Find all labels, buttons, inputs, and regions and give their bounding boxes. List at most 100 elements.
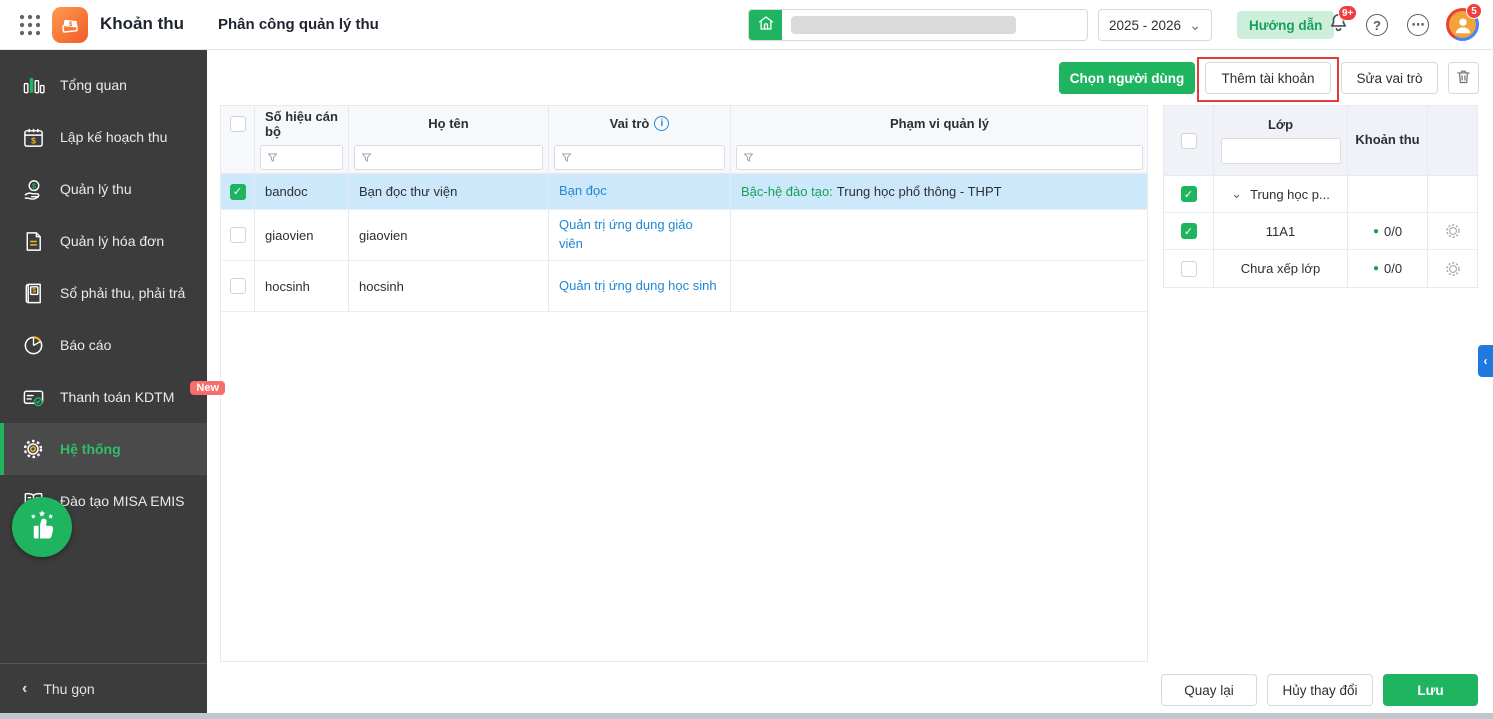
app-window: $ Khoản thu Phân công quản lý thu 2025 -… <box>0 0 1493 719</box>
user-avatar[interactable]: 5 <box>1446 3 1482 41</box>
role-link[interactable]: Bạn đọc <box>559 182 607 201</box>
role-link[interactable]: Quản trị ứng dụng giáo viên <box>559 216 720 254</box>
cancel-changes-button[interactable]: Hủy thay đổi <box>1267 674 1373 706</box>
cell-scope: Bậc-hệ đào tạo: Trung học phổ thông - TH… <box>731 174 1148 209</box>
table-row[interactable]: hocsinh hocsinh Quản trị ứng dụng học si… <box>221 261 1147 312</box>
svg-text:$: $ <box>31 181 36 190</box>
avatar-badge: 5 <box>1466 3 1482 19</box>
chevron-down-icon: ⌄ <box>1189 17 1201 33</box>
column-header-class: Lớp <box>1267 117 1294 132</box>
gear-icon <box>20 436 46 462</box>
assignment-table-header: Số hiệu cán bộ Họ tên Vai trò i Phạm vi … <box>221 106 1147 141</box>
role-link[interactable]: Quản trị ứng dụng học sinh <box>559 277 717 296</box>
class-settings-button[interactable] <box>1428 213 1477 249</box>
class-row[interactable]: ✓ 11A1 ● 0/0 <box>1164 213 1477 250</box>
pie-chart-icon <box>20 332 46 358</box>
scope-label: Bậc-hệ đào tạo: <box>741 184 833 199</box>
filter-input-role[interactable] <box>554 144 725 170</box>
column-header-fees: Khoản thu <box>1348 106 1428 175</box>
sidebar-item-quan-ly-thu[interactable]: $ Quản lý thu <box>0 163 207 215</box>
table-row[interactable]: ✓ bandoc Bạn đọc thư viện Bạn đọc Bậc-hệ… <box>221 174 1147 210</box>
school-year-value: 2025 - 2026 <box>1109 17 1182 33</box>
status-dot-icon: ● <box>1372 225 1379 237</box>
choose-user-button[interactable]: Chọn người dùng <box>1059 62 1195 94</box>
save-button[interactable]: Lưu <box>1383 674 1478 706</box>
money-stack-app-logo-icon: $ <box>52 7 88 43</box>
home-button[interactable] <box>749 10 782 40</box>
feedback-thumbs-up-button[interactable] <box>12 497 72 557</box>
row-checkbox[interactable] <box>229 227 246 243</box>
delete-button[interactable] <box>1448 62 1479 94</box>
chevron-left-icon: ‹ <box>22 679 28 697</box>
table-row[interactable]: giaovien giaovien Quản trị ứng dụng giáo… <box>221 210 1147 261</box>
top-bar: $ Khoản thu Phân công quản lý thu 2025 -… <box>0 0 1493 50</box>
sidebar-item-lap-ke-hoach-thu[interactable]: $ Lập kế hoạch thu <box>0 111 207 163</box>
gear-icon <box>1445 261 1460 276</box>
collapse-label: Thu gọn <box>43 680 95 697</box>
class-row-checkbox[interactable]: ✓ <box>1180 223 1197 239</box>
sidebar-item-so-phai-thu-phai-tra[interactable]: $ Sổ phải thu, phải trả <box>0 267 207 319</box>
help-icon: ? <box>1366 14 1388 36</box>
hand-money-icon: $ <box>20 176 46 202</box>
filter-input-scope[interactable] <box>736 144 1143 170</box>
add-account-button[interactable]: Thêm tài khoản <box>1205 62 1331 94</box>
class-row[interactable]: ✓ ⌄ Trung học p... <box>1164 176 1477 213</box>
sidebar-item-bao-cao[interactable]: Báo cáo <box>0 319 207 371</box>
help-button[interactable]: ? <box>1363 11 1391 39</box>
class-settings-button[interactable] <box>1428 250 1477 287</box>
scope-value: Trung học phổ thông - THPT <box>836 184 1002 199</box>
chevron-left-icon: ‹ <box>1483 354 1488 368</box>
sidebar-item-thanh-toan-kdtm[interactable]: Thanh toán KDTM New <box>0 371 226 423</box>
more-options-button[interactable]: ⋯ <box>1404 11 1432 39</box>
thumbs-up-stars-icon <box>24 507 60 548</box>
class-row[interactable]: Chưa xếp lớp ● 0/0 <box>1164 250 1477 287</box>
edit-role-button[interactable]: Sửa vai trò <box>1341 62 1438 94</box>
column-header-name: Họ tên <box>349 106 549 141</box>
app-grid-icon[interactable] <box>18 13 42 37</box>
row-checkbox[interactable]: ✓ <box>229 183 246 200</box>
collapse-panel-handle[interactable]: ‹ <box>1478 345 1493 377</box>
sidebar-item-quan-ly-hoa-don[interactable]: Quản lý hóa đơn <box>0 215 207 267</box>
home-icon <box>757 14 775 37</box>
filter-input-name[interactable] <box>354 144 543 170</box>
page-title: Phân công quản lý thu <box>218 16 379 33</box>
guide-button[interactable]: Hướng dẫn <box>1237 11 1335 39</box>
select-all-checkbox[interactable] <box>229 115 246 132</box>
redacted-school-name <box>791 16 1016 34</box>
column-header-role: Vai trò i <box>549 106 731 141</box>
class-select-all-checkbox[interactable] <box>1180 132 1197 149</box>
fee-count: 0/0 <box>1383 261 1403 276</box>
back-button[interactable]: Quay lại <box>1161 674 1257 706</box>
cell-name: hocsinh <box>349 261 549 311</box>
row-checkbox[interactable] <box>229 278 246 294</box>
cell-name: Bạn đọc thư viện <box>349 174 549 209</box>
class-label: Chưa xếp lớp <box>1214 250 1348 287</box>
status-dot-icon: ● <box>1372 263 1379 274</box>
trash-icon <box>1455 68 1472 88</box>
filter-input-class[interactable] <box>1220 138 1341 164</box>
class-row-checkbox[interactable]: ✓ <box>1180 186 1197 202</box>
notifications-button[interactable]: 9+ <box>1324 5 1358 39</box>
class-row-checkbox[interactable] <box>1180 260 1197 277</box>
class-table-header: Lớp Khoản thu <box>1164 106 1477 176</box>
info-icon[interactable]: i <box>654 116 670 131</box>
expand-chevron-icon[interactable]: ⌄ <box>1231 186 1242 202</box>
class-group-label: Trung học p... <box>1250 186 1330 202</box>
assignment-table-filter-row <box>221 141 1147 174</box>
column-header-code: Số hiệu cán bộ <box>255 106 349 141</box>
filter-input-code[interactable] <box>260 144 343 170</box>
window-bottom-edge <box>0 713 1493 719</box>
new-badge: New <box>190 381 226 395</box>
school-search-input[interactable] <box>748 9 1088 41</box>
sidebar-item-he-thong[interactable]: Hệ thống <box>0 423 207 475</box>
sidebar-collapse-button[interactable]: ‹ Thu gọn <box>0 663 207 713</box>
sidebar-item-tong-quan[interactable]: Tổng quan <box>0 59 207 111</box>
school-year-select[interactable]: 2025 - 2026 ⌄ <box>1098 9 1212 41</box>
cell-code: giaovien <box>255 210 349 260</box>
assignment-table: Số hiệu cán bộ Họ tên Vai trò i Phạm vi … <box>220 105 1148 662</box>
overview-bars-icon <box>20 72 46 98</box>
calendar-dollar-icon: $ <box>20 124 46 150</box>
card-check-icon <box>20 384 46 410</box>
column-header-scope: Phạm vi quản lý <box>890 116 989 131</box>
bell-badge: 9+ <box>1338 5 1358 21</box>
